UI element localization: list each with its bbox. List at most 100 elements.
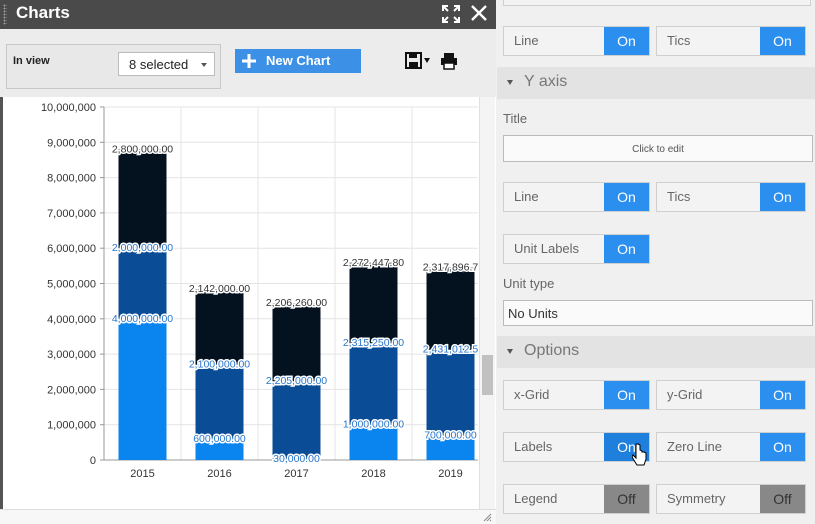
y-title-field[interactable]: Click to edit — [503, 135, 813, 162]
y-tick-label: 3,000,000 — [47, 349, 96, 361]
x-tick-label: 2015 — [130, 468, 154, 480]
bar-segment — [349, 262, 398, 343]
in-view-label: In view — [13, 55, 50, 67]
collapse-triangle-icon — [507, 80, 513, 85]
y-axis-section-header[interactable]: Y axis — [497, 67, 815, 99]
new-chart-label: New Chart — [266, 53, 331, 68]
bar-segment — [272, 381, 321, 459]
data-label: 2,800,000.00 — [112, 143, 173, 155]
y-tick-label: 1,000,000 — [47, 420, 96, 432]
symmetry-toggle-row: Symmetry Off — [656, 484, 806, 514]
x-grid-toggle-row: x-Grid On — [503, 380, 650, 410]
data-label: 2,000,000.00 — [112, 242, 173, 254]
bar-segment — [349, 342, 398, 425]
zero-line-toggle-row: Zero Line On — [656, 432, 806, 462]
x-tick-label: 2019 — [438, 468, 462, 480]
y-tick-label: 8,000,000 — [47, 173, 96, 185]
unit-labels-label: Unit Labels — [514, 241, 580, 256]
data-label: 1,000,000.00 — [343, 419, 404, 431]
y-grid-toggle[interactable]: On — [760, 381, 805, 409]
data-label: 2,142,000.00 — [189, 283, 250, 295]
y-line-toggle-row: Line On — [503, 182, 650, 212]
panel-top-field — [503, 0, 811, 6]
data-label: 2,205,000.00 — [266, 375, 327, 387]
title-label: Title — [503, 111, 528, 126]
y-tick-label: 6,000,000 — [47, 243, 96, 255]
zero-line-toggle[interactable]: On — [760, 433, 805, 461]
stacked-bar-chart: 0 1,000,000 2,000,000 3,000,000 4,000,000 5,0… — [41, 102, 479, 480]
title-bar[interactable]: Charts — [0, 0, 496, 29]
drag-grip-icon[interactable] — [3, 4, 7, 25]
save-dropdown-icon[interactable] — [405, 52, 431, 70]
charts-window: Charts In view 8 selected New Chart 0 1,… — [0, 0, 496, 524]
symmetry-label: Symmetry — [667, 491, 726, 506]
x-line-toggle[interactable]: On — [604, 27, 649, 55]
y-grid-label: y-Grid — [667, 387, 703, 402]
chart-toolbar: In view 8 selected New Chart — [0, 29, 496, 98]
labels-toggle-row: Labels On — [503, 432, 650, 462]
x-tick-label: 2018 — [361, 468, 385, 480]
close-icon[interactable] — [469, 3, 489, 23]
x-tics-toggle[interactable]: On — [760, 27, 805, 55]
unit-labels-toggle[interactable]: On — [604, 235, 649, 263]
chart-settings-panel: Line On Tics On Y axis Title Click to ed… — [497, 0, 815, 523]
bar-segment — [195, 364, 244, 439]
new-chart-button[interactable]: New Chart — [235, 49, 361, 73]
unit-type-field[interactable]: No Units — [503, 300, 813, 326]
data-label: 4,000,000.00 — [112, 313, 173, 325]
data-label: 2,315,250.00 — [343, 337, 404, 349]
y-tick-label: 4,000,000 — [47, 314, 96, 326]
series-select[interactable]: 8 selected — [118, 52, 215, 76]
in-view-group: In view 8 selected — [6, 44, 221, 89]
y-tick-label: 9,000,000 — [47, 137, 96, 149]
legend-label: Legend — [514, 491, 558, 506]
y-tics-toggle[interactable]: On — [760, 183, 805, 211]
unit-type-label: Unit type — [503, 276, 555, 291]
options-section-header[interactable]: Options — [497, 336, 815, 368]
bar-segment — [272, 303, 321, 382]
data-label: 700,000.00 — [424, 429, 477, 441]
data-label: 2,317,896.7 — [423, 262, 479, 274]
y-tick-label: 10,000,000 — [41, 102, 96, 114]
expand-icon[interactable] — [442, 5, 460, 23]
data-label: 2,206,260.00 — [266, 297, 327, 309]
labels-label: Labels — [514, 439, 553, 454]
bar-segment — [118, 248, 167, 319]
bar-segment — [195, 289, 244, 365]
x-tics-label: Tics — [667, 33, 691, 48]
y-grid-toggle-row: y-Grid On — [656, 380, 806, 410]
y-tics-label: Tics — [667, 189, 691, 204]
y-line-toggle[interactable]: On — [604, 183, 649, 211]
y-line-label: Line — [514, 189, 539, 204]
data-label: 30,000.00 — [273, 453, 320, 465]
scrollbar-thumb[interactable] — [482, 355, 493, 395]
symmetry-toggle[interactable]: Off — [760, 485, 805, 513]
data-label: 2,431,012.5 — [423, 343, 479, 355]
chevron-down-icon — [201, 63, 207, 67]
x-line-toggle-row: Line On — [503, 26, 650, 56]
chart-status-bar — [0, 509, 496, 524]
y-title-placeholder: Click to edit — [632, 144, 684, 155]
y-tick-label: 0 — [90, 455, 96, 467]
chart-scrollbar[interactable] — [479, 97, 495, 509]
y-tics-toggle-row: Tics On — [656, 182, 806, 212]
plus-icon — [242, 54, 256, 68]
legend-toggle-row: Legend Off — [503, 484, 650, 514]
print-icon[interactable] — [440, 52, 458, 70]
bar-segment — [118, 149, 167, 249]
bar-segment — [118, 318, 167, 460]
x-grid-toggle[interactable]: On — [604, 381, 649, 409]
y-axis-section-title: Y axis — [524, 73, 568, 90]
bar-segment — [426, 267, 475, 350]
window-title: Charts — [16, 3, 70, 22]
y-tick-label: 5,000,000 — [47, 279, 96, 291]
data-label: 2,272,447.80 — [343, 257, 404, 269]
resize-grip-icon[interactable] — [483, 513, 492, 522]
x-tick-label: 2017 — [284, 468, 308, 480]
data-label: 2,100,000.00 — [189, 359, 250, 371]
unit-labels-toggle-row: Unit Labels On — [503, 234, 650, 264]
legend-toggle[interactable]: Off — [604, 485, 649, 513]
labels-toggle[interactable]: On — [604, 433, 649, 461]
bar-segment — [426, 349, 475, 436]
x-tics-toggle-row: Tics On — [656, 26, 806, 56]
